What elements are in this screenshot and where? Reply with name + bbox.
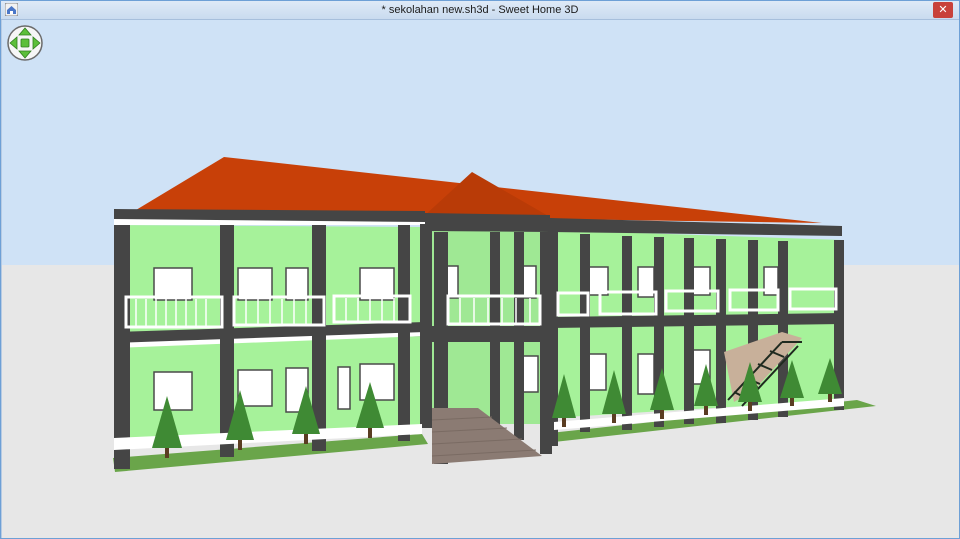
title-bar[interactable]: * sekolahan new.sh3d - Sweet Home 3D ✕ (1, 1, 959, 20)
3d-view[interactable] (2, 20, 959, 538)
close-icon[interactable]: ✕ (933, 2, 953, 18)
navigation-arrows-icon[interactable] (6, 24, 44, 62)
eave-center (425, 213, 550, 232)
3d-scene[interactable] (2, 20, 959, 538)
app-window: * sekolahan new.sh3d - Sweet Home 3D ✕ (0, 0, 960, 539)
window-title: * sekolahan new.sh3d - Sweet Home 3D (381, 4, 579, 16)
